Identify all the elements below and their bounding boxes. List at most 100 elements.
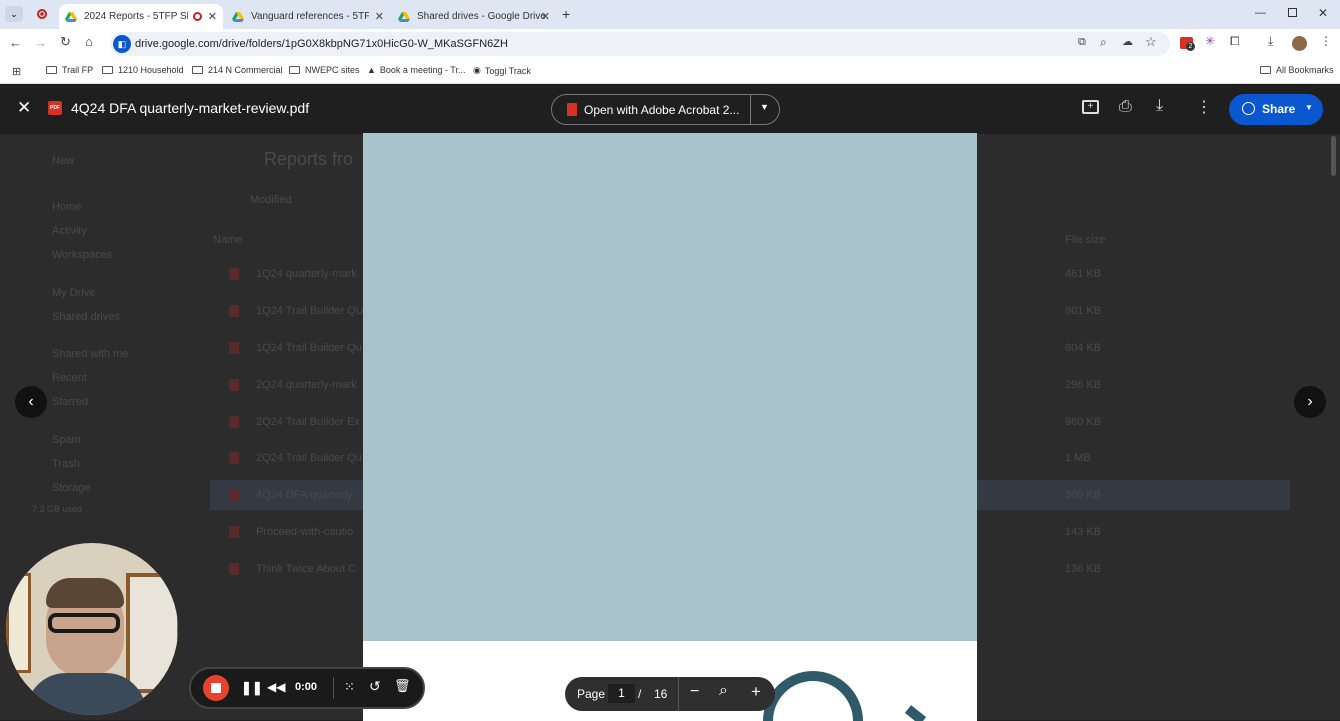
- rewind-icon[interactable]: ◀◀: [267, 680, 285, 694]
- extension-badge: 2: [1186, 42, 1195, 51]
- close-tab-icon[interactable]: ✕: [541, 10, 550, 23]
- tab-bar: ⌄ 2024 Reports - 5TFP Shared ✕ Vanguard …: [0, 0, 1340, 29]
- file-row-size: 801 KB: [1065, 305, 1102, 317]
- apps-grid-icon[interactable]: ⊞: [12, 65, 21, 78]
- file-row-name: 2Q24 Trail Builder Qu: [256, 452, 362, 464]
- stop-icon: [211, 683, 221, 693]
- delete-recording-icon[interactable]: 🗑: [394, 678, 411, 694]
- add-comment-icon[interactable]: +: [1082, 100, 1099, 114]
- bookmark-star-icon[interactable]: ☆: [1145, 34, 1157, 50]
- profile-avatar[interactable]: [1292, 36, 1307, 51]
- pdf-file-type-icon: PDF: [48, 101, 62, 115]
- file-row-size: 1 MB: [1065, 452, 1091, 464]
- all-bookmarks[interactable]: All Bookmarks: [1260, 65, 1334, 75]
- more-actions-icon[interactable]: ⋮: [1196, 97, 1212, 117]
- bookmark-214-n-commercial[interactable]: 214 N Commercial: [192, 65, 283, 75]
- file-name: 4Q24 DFA quarterly-market-review.pdf: [71, 100, 310, 116]
- extensions-puzzle-icon[interactable]: ⧠: [1230, 34, 1240, 49]
- new-button: New: [52, 155, 75, 167]
- drawing-tools-icon[interactable]: ⁙: [344, 679, 355, 695]
- folder-icon: [46, 66, 57, 74]
- drive-icon: [232, 11, 244, 23]
- new-tab-button[interactable]: +: [562, 6, 570, 22]
- bookmark-1210-household[interactable]: 1210 Household: [102, 65, 184, 75]
- tab-search-button[interactable]: ⌄: [5, 6, 23, 22]
- restore-button[interactable]: [1288, 8, 1297, 17]
- close-window-button[interactable]: ✕: [1318, 6, 1328, 20]
- bookmark-nwepc-sites[interactable]: NWEPC sites: [289, 65, 360, 75]
- pdf-file-icon: [229, 416, 239, 428]
- stop-recording-button[interactable]: [203, 675, 229, 701]
- extension-icon[interactable]: 2: [1180, 37, 1195, 51]
- share-button[interactable]: Share ▼: [1229, 94, 1323, 125]
- bookmark-book-a-meeting[interactable]: ▲ Book a meeting - Tr...: [367, 65, 465, 75]
- presenter-glasses: [48, 613, 120, 633]
- close-tab-icon[interactable]: ✕: [375, 10, 384, 23]
- drive-sync-icon[interactable]: ☁: [1122, 35, 1133, 48]
- downloads-icon[interactable]: ⤓: [1268, 34, 1273, 49]
- pdf-viewer-overlay: New Reports fro Modified Name File size …: [0, 84, 1340, 721]
- zoom-out-icon[interactable]: −: [690, 683, 699, 701]
- scrollbar-thumb[interactable]: [1331, 136, 1336, 176]
- zoom-icon[interactable]: ⌕: [1100, 35, 1107, 50]
- reload-icon[interactable]: ↻: [60, 34, 71, 50]
- previous-file-button[interactable]: ‹: [15, 386, 47, 418]
- folder-icon: [192, 66, 203, 74]
- bookmark-trail-fp[interactable]: Trail FP: [46, 65, 93, 75]
- url-text[interactable]: drive.google.com/drive/folders/1pG0X8kbp…: [135, 38, 508, 50]
- back-icon[interactable]: ←: [9, 35, 22, 50]
- tab-2024-reports[interactable]: 2024 Reports - 5TFP Shared ✕: [59, 4, 223, 29]
- site-info-icon[interactable]: ◧: [113, 35, 131, 53]
- folder-icon: [289, 66, 300, 74]
- color-extension-icon[interactable]: ✳: [1205, 34, 1215, 48]
- open-with-dropdown-icon[interactable]: ▼: [760, 102, 769, 112]
- presenter-hair: [46, 578, 124, 608]
- mountain-icon: ▲: [367, 65, 376, 75]
- home-icon[interactable]: ⌂: [85, 34, 93, 49]
- total-pages: 16: [654, 687, 668, 701]
- file-row-size: 980 KB: [1065, 416, 1102, 428]
- recording-icon: [37, 9, 47, 19]
- current-page-input[interactable]: 1: [608, 684, 635, 703]
- zoom-in-icon[interactable]: +: [751, 682, 761, 702]
- next-file-button[interactable]: ›: [1294, 386, 1326, 418]
- file-row-size: 309 KB: [1065, 489, 1102, 501]
- download-icon[interactable]: ⤓: [1156, 97, 1163, 115]
- presenter-body: [26, 673, 146, 715]
- minimize-button[interactable]: —: [1255, 7, 1266, 19]
- modified-filter: Modified: [250, 194, 292, 206]
- tab-shared-drives[interactable]: Shared drives - Google Drive ✕: [392, 4, 556, 29]
- print-icon[interactable]: ⎙: [1119, 98, 1132, 116]
- bookmark-toggl-track[interactable]: ◉ Toggl Track: [473, 65, 531, 76]
- pdf-file-icon: [229, 489, 239, 501]
- webcam-bubble[interactable]: [6, 543, 178, 715]
- install-app-icon[interactable]: ⧉: [1078, 36, 1086, 49]
- nav-recent: Recent: [52, 372, 87, 384]
- viewer-header: ✕ PDF 4Q24 DFA quarterly-market-review.p…: [0, 84, 1340, 134]
- close-viewer-icon[interactable]: ✕: [17, 98, 31, 118]
- divider: [750, 95, 751, 124]
- tab-vanguard-references[interactable]: Vanguard references - 5TFP Sh ✕: [226, 4, 390, 29]
- chrome-menu-icon[interactable]: ⋮: [1320, 34, 1332, 48]
- address-toolbar: ← → ↻ ⌂ ◧ drive.google.com/drive/folders…: [0, 29, 1340, 59]
- file-row-size: 461 KB: [1065, 268, 1102, 280]
- drive-icon: [398, 11, 410, 23]
- folder-icon: [102, 66, 113, 74]
- page-separator: /: [638, 687, 642, 701]
- open-with-button[interactable]: Open with Adobe Acrobat 2... ▼: [551, 94, 780, 125]
- file-row-name: 1Q24 Trail Builder Qu: [256, 342, 362, 354]
- nav-my-drive: My Drive: [52, 287, 96, 299]
- omnibox[interactable]: ◧ drive.google.com/drive/folders/1pG0X8k…: [110, 32, 1170, 56]
- zoom-icon[interactable]: ⌕: [719, 682, 728, 700]
- file-size-column-header: File size: [1065, 234, 1106, 246]
- forward-icon[interactable]: →: [34, 35, 47, 50]
- pdf-file-icon: [229, 526, 239, 538]
- pdf-file-icon: [229, 379, 239, 391]
- close-tab-icon[interactable]: ✕: [208, 10, 217, 23]
- restart-icon[interactable]: ↺: [369, 678, 381, 695]
- share-dropdown-icon[interactable]: ▼: [1305, 103, 1313, 112]
- file-row-name: 2Q24 quarterly-mark: [256, 379, 357, 391]
- pause-icon[interactable]: ❚❚: [241, 680, 263, 696]
- window-frame: [126, 573, 178, 693]
- name-column-header: Name: [213, 234, 243, 246]
